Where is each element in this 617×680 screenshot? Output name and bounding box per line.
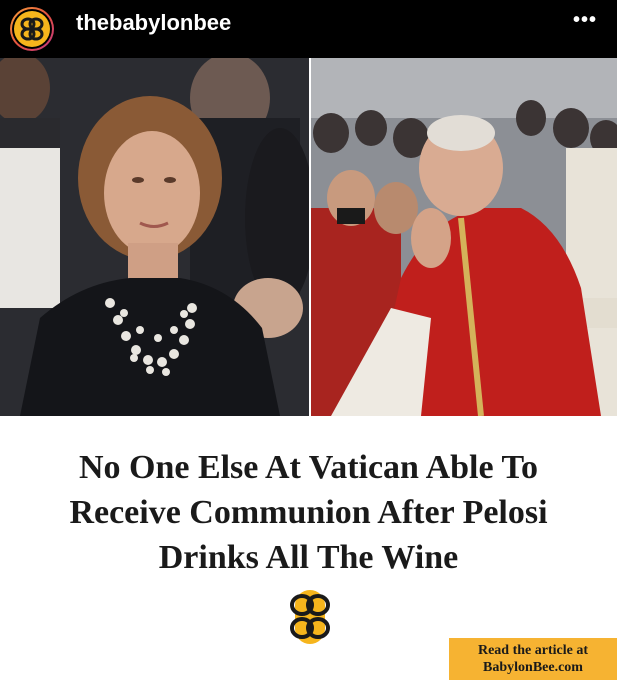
cta-line: BabylonBee.com: [483, 660, 583, 675]
headline-line: Drinks All The Wine: [158, 539, 459, 576]
cta-line: Read the article at: [477, 643, 589, 658]
headline: No One Else At Vatican Able To Receive C…: [10, 445, 607, 580]
babylon-bee-logo-icon: [285, 588, 335, 646]
babylon-bee-logo-icon: [14, 11, 50, 47]
headline-line: No One Else At Vatican Able To: [78, 449, 539, 486]
photo-left: [0, 58, 309, 416]
avatar-ring: [12, 9, 52, 49]
profile-avatar[interactable]: [10, 7, 54, 51]
post-header: thebabylonbee •••: [0, 0, 617, 58]
more-options-icon[interactable]: •••: [573, 8, 597, 32]
headline-line: Receive Communion After Pelosi: [69, 494, 548, 531]
photo-right: [311, 58, 617, 416]
username-link[interactable]: thebabylonbee: [76, 9, 231, 37]
read-article-banner[interactable]: Read the article at BabylonBee.com: [449, 638, 617, 680]
